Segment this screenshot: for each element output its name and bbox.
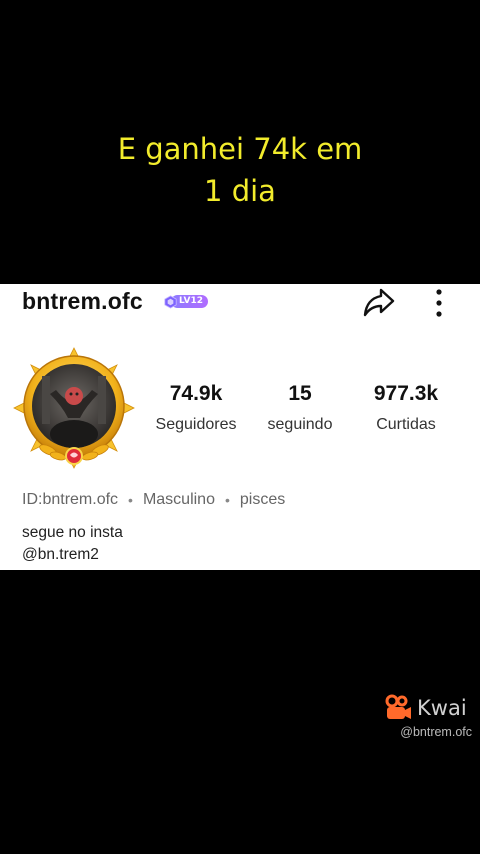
stat-followers[interactable]: 74.9k Seguidores	[148, 382, 244, 434]
avatar[interactable]	[12, 346, 136, 470]
profile-sign: pisces	[239, 491, 286, 508]
stat-likes[interactable]: 977.3k Curtidas	[362, 382, 450, 434]
profile-bio: segue no insta @bn.trem2	[22, 522, 123, 566]
profile-username: bntrem.ofc	[22, 288, 143, 314]
bio-line-1: segue no insta	[22, 524, 123, 541]
separator-dot: •	[128, 492, 133, 508]
profile-id: ID:bntrem.ofc	[22, 491, 119, 508]
stat-label: Seguidores	[155, 416, 237, 433]
stat-label: seguindo	[267, 416, 333, 433]
stat-following[interactable]: 15 seguindo	[260, 382, 340, 434]
kwai-brand: Kwai	[417, 696, 467, 720]
stat-value: 15	[288, 382, 312, 405]
caption-line-2: 1 dia	[204, 174, 276, 208]
bio-line-2: @bn.trem2	[22, 546, 99, 563]
profile-meta: ID:bntrem.ofc • Masculino • pisces	[22, 491, 285, 509]
kwai-watermark: Kwai	[384, 694, 467, 722]
video-caption: E ganhei 74k em 1 dia	[0, 128, 480, 212]
stat-value: 977.3k	[373, 382, 439, 405]
caption-line-1: E ganhei 74k em	[117, 132, 363, 166]
profile-gender: Masculino	[142, 491, 215, 508]
stat-label: Curtidas	[376, 416, 436, 433]
level-badge[interactable]: LV12	[164, 293, 208, 310]
separator-dot: •	[224, 492, 230, 508]
kwai-camera-icon	[385, 694, 411, 719]
level-gem-icon	[164, 294, 177, 309]
more-vertical-icon[interactable]	[428, 286, 450, 320]
stat-value: 74.9k	[169, 382, 223, 405]
kwai-handle: @bntrem.ofc	[400, 725, 472, 739]
profile-card: bntrem.ofc LV12 74.9k Seguidores 15 segu…	[0, 284, 480, 570]
share-icon[interactable]	[362, 286, 396, 318]
